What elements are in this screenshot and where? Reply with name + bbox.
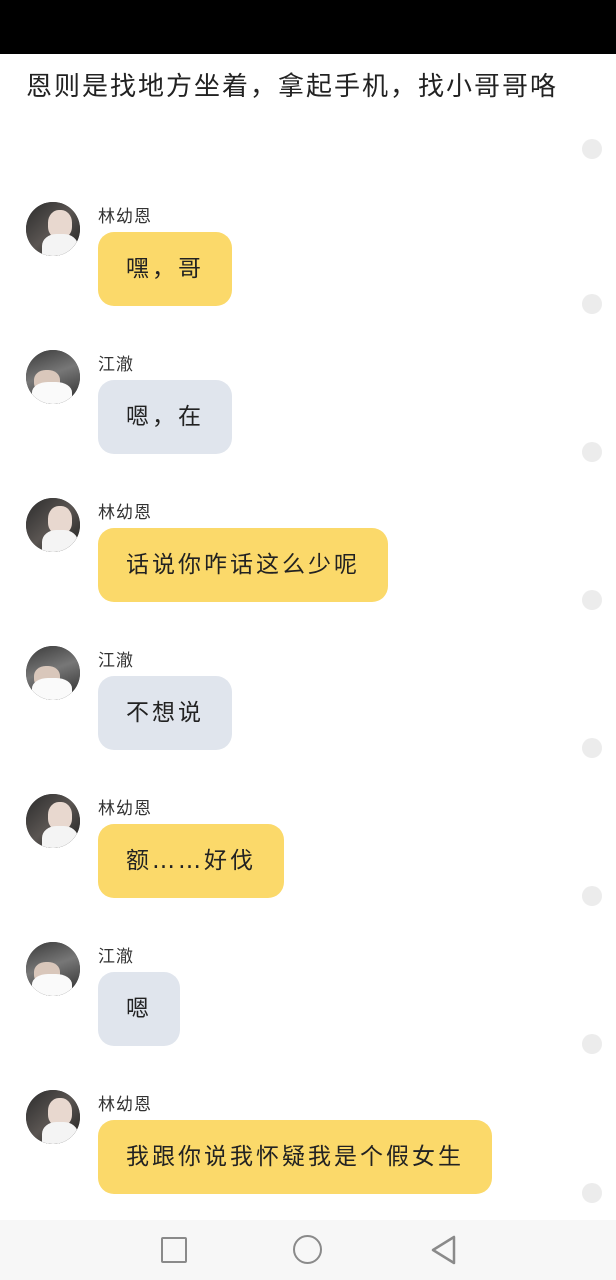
chat-message: 林幼恩 嘿，哥 [0, 202, 616, 350]
avatar[interactable] [26, 202, 80, 256]
message-bubble[interactable]: 额……好伐 [98, 824, 284, 898]
sender-name: 江澈 [98, 947, 134, 967]
paragraph-marker-icon[interactable] [582, 139, 602, 159]
paragraph-marker-icon[interactable] [582, 886, 602, 906]
square-recents-icon[interactable] [158, 1234, 190, 1266]
avatar[interactable] [26, 942, 80, 996]
avatar[interactable] [26, 1090, 80, 1144]
sender-name: 林幼恩 [98, 1095, 152, 1115]
chat-message: 林幼恩 话说你咋话这么少呢 [0, 498, 616, 646]
chat-message: 江澈 嗯，在 [0, 350, 616, 498]
message-bubble[interactable]: 我跟你说我怀疑我是个假女生 [98, 1120, 492, 1194]
sender-name: 林幼恩 [98, 799, 152, 819]
paragraph-marker-icon[interactable] [582, 1183, 602, 1203]
chat-message: 林幼恩 额……好伐 [0, 794, 616, 942]
message-bubble[interactable]: 嗯，在 [98, 380, 232, 454]
sender-name: 林幼恩 [98, 207, 152, 227]
chat-message: 江澈 不想说 [0, 646, 616, 794]
chat-message: 江澈 嗯 [0, 942, 616, 1090]
paragraph-marker-icon[interactable] [582, 590, 602, 610]
paragraph-marker-icon[interactable] [582, 294, 602, 314]
paragraph-marker-icon[interactable] [582, 442, 602, 462]
paragraph-marker-icon[interactable] [582, 1034, 602, 1054]
avatar[interactable] [26, 498, 80, 552]
circle-home-icon[interactable] [292, 1234, 324, 1266]
chat-message: 林幼恩 我跟你说我怀疑我是个假女生 [0, 1090, 616, 1238]
message-bubble[interactable]: 嗯 [98, 972, 180, 1046]
message-bubble[interactable]: 话说你咋话这么少呢 [98, 528, 388, 602]
message-bubble[interactable]: 嘿，哥 [98, 232, 232, 306]
message-bubble[interactable]: 不想说 [98, 676, 232, 750]
sender-name: 江澈 [98, 651, 134, 671]
sender-name: 林幼恩 [98, 503, 152, 523]
avatar[interactable] [26, 646, 80, 700]
sender-name: 江澈 [98, 355, 134, 375]
avatar[interactable] [26, 350, 80, 404]
avatar[interactable] [26, 794, 80, 848]
paragraph-marker-icon[interactable] [582, 738, 602, 758]
triangle-back-icon[interactable] [428, 1234, 460, 1266]
status-bar [0, 0, 616, 54]
navigation-bar [0, 1220, 616, 1280]
narration-text: 恩则是找地方坐着，拿起手机，找小哥哥咯 [26, 72, 559, 102]
